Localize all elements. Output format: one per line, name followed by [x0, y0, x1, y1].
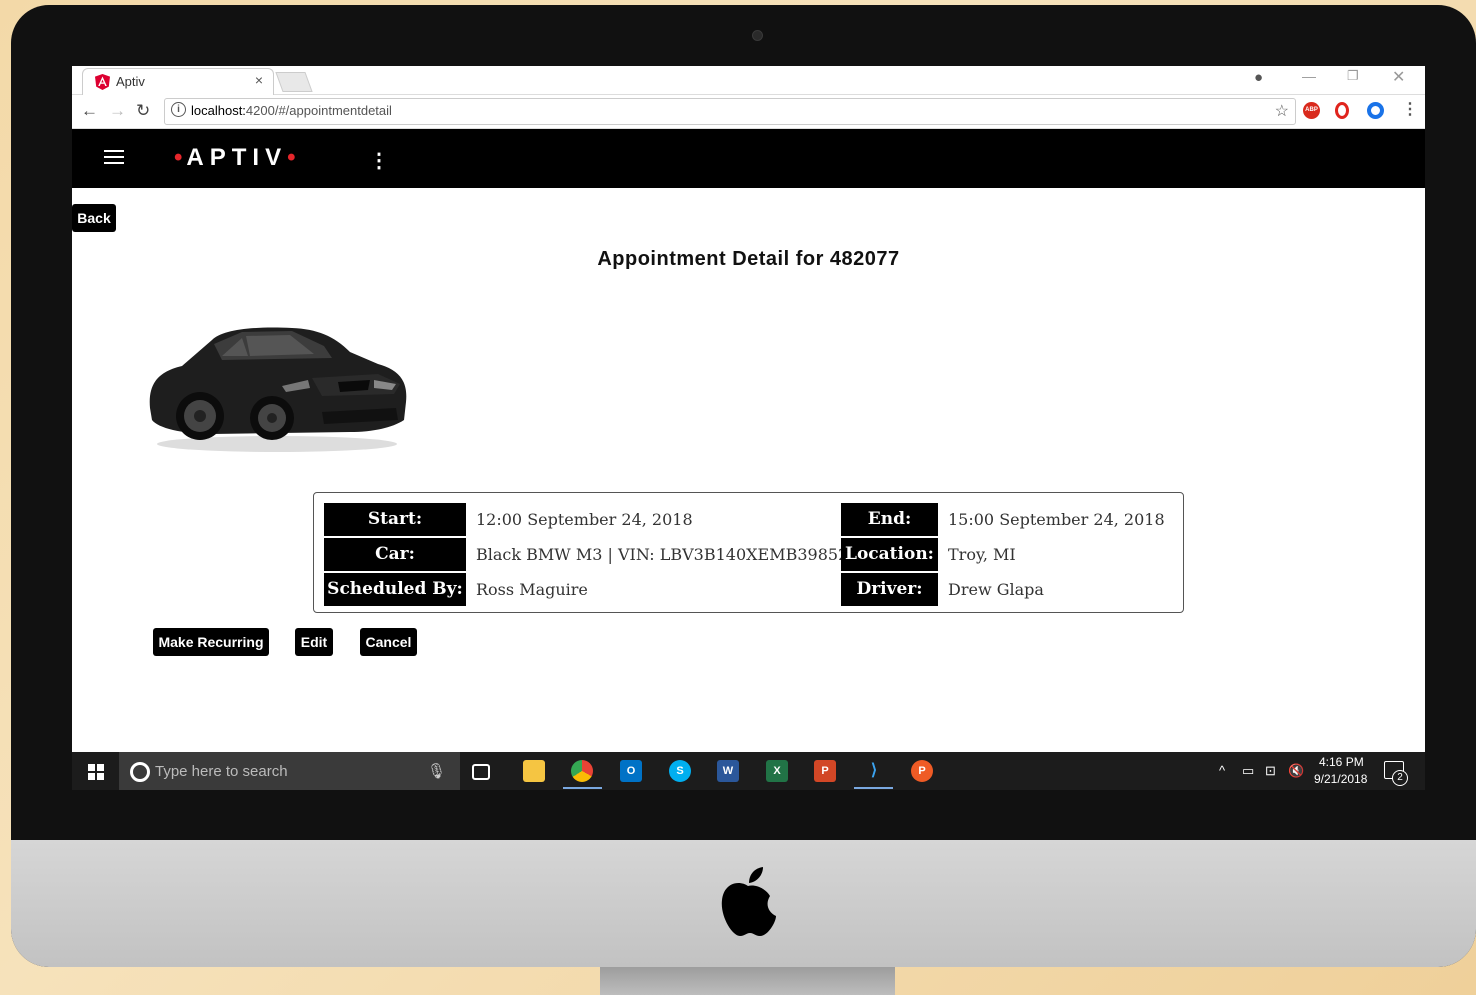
camera-icon: [752, 30, 763, 41]
browser-toolbar: ← → ↻ i localhost:4200/#/appointmentdeta…: [72, 95, 1425, 129]
apple-logo-icon: [721, 867, 776, 936]
appointment-detail-table: Start: 12:00 September 24, 2018 End: 15:…: [313, 492, 1184, 613]
start-label: Start:: [324, 503, 466, 536]
adblock-extension-icon[interactable]: ABP: [1303, 102, 1320, 119]
url-path: 4200/#/appointmentdetail: [245, 103, 392, 118]
cancel-button[interactable]: Cancel: [360, 628, 417, 656]
search-placeholder: Type here to search: [155, 763, 288, 780]
page-title: Appointment Detail for 482077: [597, 248, 900, 270]
tab-close-icon[interactable]: ×: [255, 72, 263, 88]
blue-extension-icon[interactable]: [1367, 102, 1384, 119]
skype-icon[interactable]: S: [669, 760, 691, 782]
address-bar[interactable]: i localhost:4200/#/appointmentdetail ☆: [164, 98, 1296, 125]
windows-taskbar: Type here to search 🎙 O S W X P ⟩ P ^ ▭ …: [72, 752, 1425, 790]
location-value: Troy, MI: [948, 545, 1016, 564]
task-view-icon[interactable]: [472, 764, 490, 780]
car-value: Black BMW M3 | VIN: LBV3B140XEMB39852: [476, 545, 849, 564]
car-image: [149, 327, 407, 452]
edit-button[interactable]: Edit: [295, 628, 333, 656]
postman-icon[interactable]: P: [911, 760, 933, 782]
url-host: localhost:: [191, 103, 246, 118]
minimize-icon[interactable]: —: [1302, 68, 1316, 84]
driver-value: Drew Glapa: [948, 580, 1044, 599]
notification-count-badge: 2: [1392, 770, 1408, 786]
angular-favicon-icon: [95, 74, 110, 90]
scheduled-by-label: Scheduled By:: [324, 573, 466, 606]
url-text: localhost:4200/#/appointmentdetail: [191, 103, 392, 118]
vscode-icon[interactable]: ⟩: [863, 760, 885, 782]
end-value: 15:00 September 24, 2018: [948, 510, 1165, 529]
restore-icon[interactable]: ❐: [1347, 68, 1359, 84]
back-button[interactable]: Back: [72, 204, 116, 232]
logo-text: APTIV: [186, 144, 288, 171]
forward-arrow-icon[interactable]: →: [109, 101, 126, 121]
app-kebab-menu-icon[interactable]: ⋮: [369, 148, 389, 173]
outlook-icon[interactable]: O: [620, 760, 642, 782]
aptiv-logo: •APTIV•: [174, 144, 300, 171]
scheduled-by-value: Ross Maguire: [476, 580, 588, 599]
hamburger-menu-icon[interactable]: [104, 150, 124, 165]
start-value: 12:00 September 24, 2018: [476, 510, 693, 529]
driver-label: Driver:: [841, 573, 938, 606]
volume-muted-icon[interactable]: 🔇: [1288, 763, 1304, 779]
tab-title: Aptiv: [116, 74, 145, 89]
word-icon[interactable]: W: [717, 760, 739, 782]
bookmark-star-icon[interactable]: ☆: [1275, 101, 1289, 121]
car-label: Car:: [324, 538, 466, 571]
file-explorer-icon[interactable]: [523, 760, 545, 782]
browser-tab-bar: Aptiv × ● — ❐ ✕: [72, 66, 1425, 95]
network-icon[interactable]: ⊡: [1265, 763, 1276, 779]
vscode-active-indicator: [854, 787, 893, 789]
cortana-icon[interactable]: [130, 762, 150, 782]
reload-icon[interactable]: ↻: [136, 101, 150, 121]
powerpoint-icon[interactable]: P: [814, 760, 836, 782]
taskbar-search-box[interactable]: Type here to search 🎙: [119, 752, 460, 790]
imac-stand: [600, 967, 895, 995]
tray-chevron-up-icon[interactable]: ^: [1219, 763, 1225, 778]
microphone-icon[interactable]: 🎙: [427, 762, 446, 780]
chrome-active-indicator: [563, 787, 602, 789]
make-recurring-button[interactable]: Make Recurring: [153, 628, 269, 656]
new-tab-button[interactable]: [275, 72, 313, 92]
info-icon[interactable]: i: [171, 102, 186, 117]
excel-icon[interactable]: X: [766, 760, 788, 782]
window-close-icon[interactable]: ✕: [1392, 67, 1405, 87]
browser-menu-icon[interactable]: ⋮: [1402, 99, 1418, 119]
back-arrow-icon[interactable]: ←: [81, 101, 98, 121]
battery-icon[interactable]: ▭: [1242, 763, 1254, 779]
opera-extension-icon[interactable]: [1335, 102, 1349, 119]
browser-tab[interactable]: Aptiv ×: [82, 68, 274, 95]
profile-icon[interactable]: ●: [1254, 69, 1263, 86]
end-label: End:: [841, 503, 938, 536]
taskbar-date[interactable]: 9/21/2018: [1314, 772, 1367, 786]
windows-start-icon[interactable]: [88, 764, 104, 780]
app-header: •APTIV• ⋮: [72, 129, 1425, 188]
screen: Aptiv × ● — ❐ ✕ ← → ↻ i localhost:4200/#…: [72, 66, 1425, 790]
taskbar-time[interactable]: 4:16 PM: [1319, 755, 1364, 769]
chrome-icon[interactable]: [571, 760, 593, 782]
location-label: Location:: [841, 538, 938, 571]
